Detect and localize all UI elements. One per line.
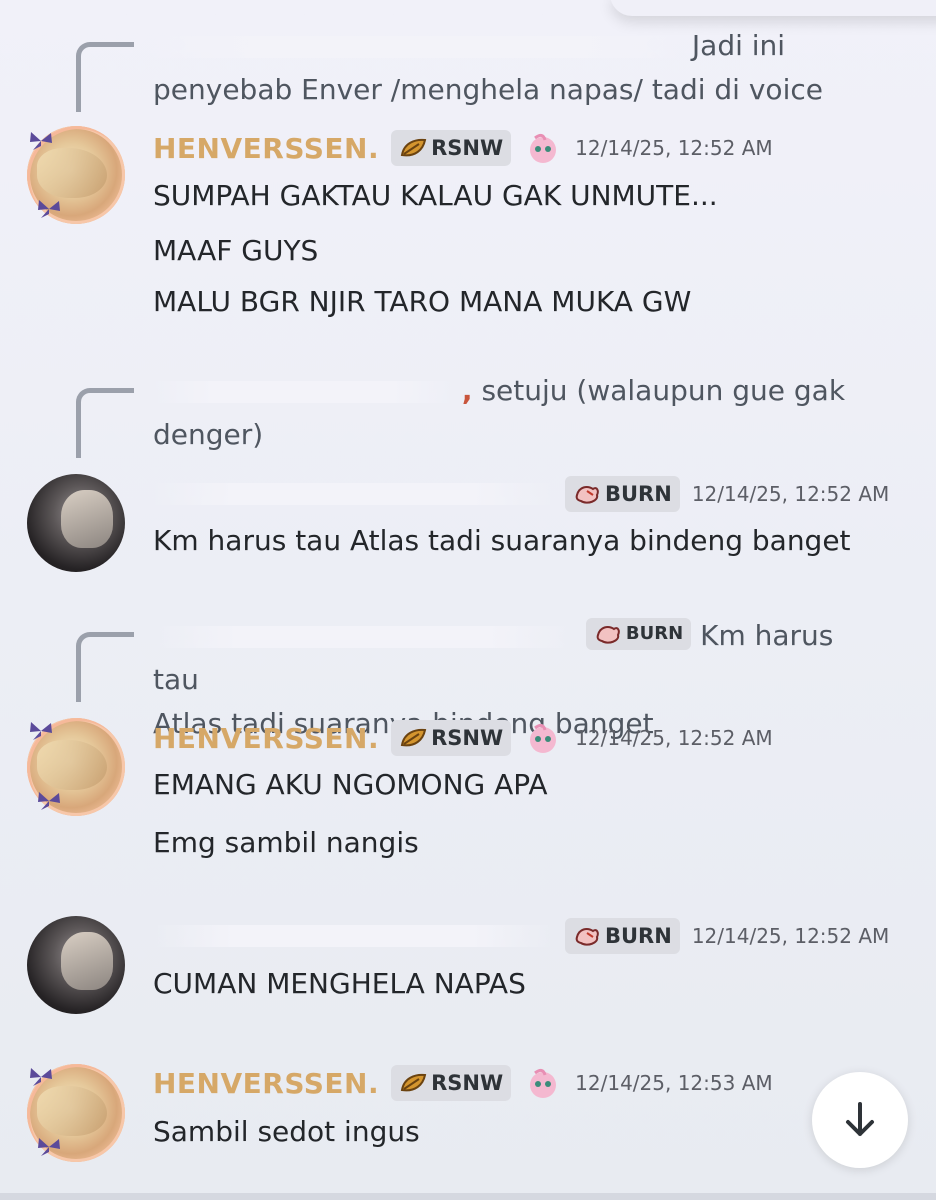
timestamp: 12/14/25, 12:52 AM — [691, 482, 890, 506]
timestamp: 12/14/25, 12:52 AM — [575, 136, 773, 160]
jump-to-bottom-button[interactable] — [812, 1072, 908, 1168]
burn-icon — [596, 626, 620, 644]
message-header: HENVERSSEN. RSNW 12/14/25, 12:53 AM — [153, 1061, 773, 1105]
butterfly-icon — [30, 722, 52, 740]
reply-preview[interactable]: Jadi ini penyebab Enver /menghela napas/… — [153, 24, 853, 112]
message-line: MALU BGR NJIR TARO MANA MUKA GW — [153, 285, 692, 318]
reply-connector — [76, 42, 134, 112]
butterfly-icon — [30, 132, 52, 150]
redacted-username — [153, 381, 453, 403]
leaf-icon — [400, 1073, 427, 1092]
message-line: MAAF GUYS — [153, 234, 319, 267]
redacted-username — [153, 36, 683, 58]
jigglypuff-icon — [530, 1068, 557, 1098]
message-line: Sambil sedot ingus — [153, 1115, 420, 1148]
composer-edge — [0, 1193, 936, 1200]
message-line: Emg sambil nangis — [153, 826, 419, 859]
message-header: HENVERSSEN. RSNW 12/14/25, 12:52 AM — [153, 126, 773, 170]
butterfly-icon — [38, 200, 60, 218]
guild-tag[interactable]: BURN — [565, 918, 680, 954]
arrow-down-icon — [846, 1102, 874, 1136]
redacted-username[interactable] — [153, 925, 553, 947]
username[interactable]: HENVERSSEN. — [153, 1067, 379, 1100]
burn-icon — [575, 928, 599, 946]
reply-preview[interactable]: , setuju (walaupun gue gak denger) — [153, 369, 853, 457]
guild-tag[interactable]: BURN — [565, 476, 680, 512]
redacted-username — [153, 626, 573, 648]
username[interactable]: HENVERSSEN. — [153, 132, 379, 165]
avatar[interactable] — [27, 474, 125, 572]
guild-tag[interactable]: RSNW — [391, 1065, 512, 1101]
message-header: HENVERSSEN. RSNW 12/14/25, 12:52 AM — [153, 716, 773, 760]
username[interactable]: HENVERSSEN. — [153, 722, 379, 755]
avatar[interactable] — [27, 916, 125, 1014]
top-overlay-edge — [610, 0, 936, 16]
redacted-username[interactable] — [153, 483, 553, 505]
butterfly-icon — [38, 1138, 60, 1156]
burn-icon — [575, 486, 599, 504]
message-header: BURN 12/14/25, 12:52 AM — [153, 472, 889, 516]
message-header: BURN 12/14/25, 12:52 AM — [153, 914, 889, 958]
butterfly-icon — [30, 1068, 52, 1086]
message-line: CUMAN MENGHELA NAPAS — [153, 967, 526, 1000]
guild-tag[interactable]: RSNW — [391, 720, 512, 756]
guild-tag[interactable]: RSNW — [391, 130, 512, 166]
jigglypuff-icon — [530, 133, 557, 163]
timestamp: 12/14/25, 12:52 AM — [691, 924, 890, 948]
message-line: SUMPAH GAKTAU KALAU GAK UNMUTE... — [153, 179, 718, 212]
reply-connector — [76, 388, 134, 458]
guild-tag[interactable]: BURN — [585, 618, 692, 650]
butterfly-icon — [38, 792, 60, 810]
message-line: Km harus tau Atlas tadi suaranya bindeng… — [153, 524, 851, 557]
leaf-icon — [400, 728, 427, 747]
leaf-icon — [400, 138, 427, 157]
timestamp: 12/14/25, 12:52 AM — [575, 726, 773, 750]
message-line: EMANG AKU NGOMONG APA — [153, 768, 548, 801]
jigglypuff-icon — [530, 723, 557, 753]
reply-connector — [76, 632, 134, 702]
timestamp: 12/14/25, 12:53 AM — [575, 1071, 773, 1095]
